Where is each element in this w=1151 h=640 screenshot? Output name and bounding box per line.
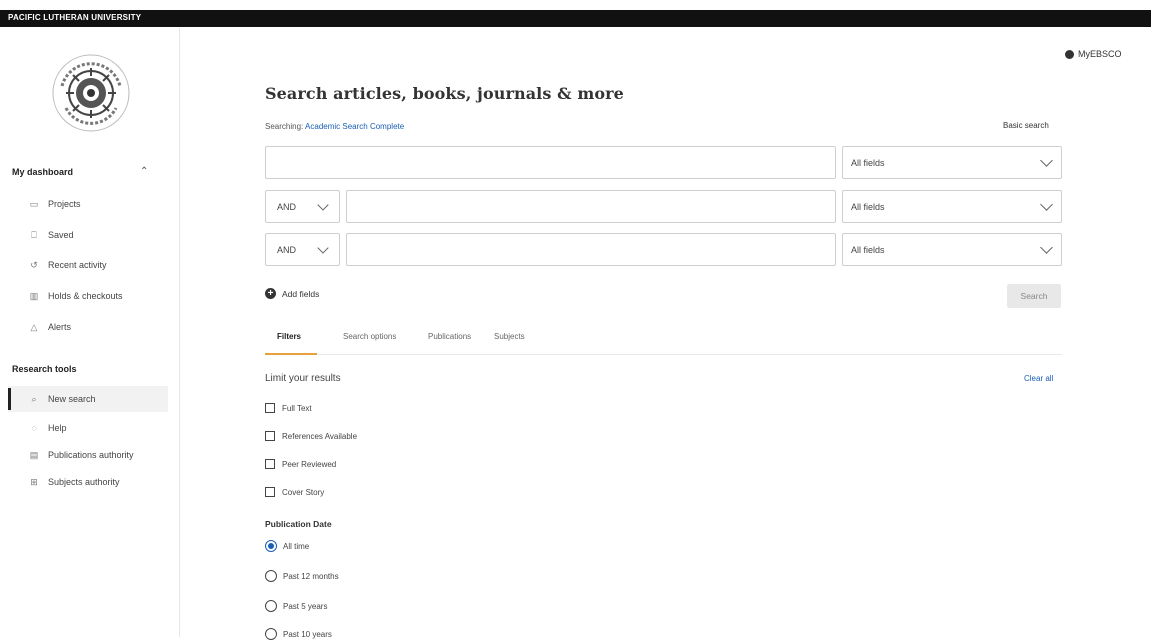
- checkbox-icon[interactable]: [265, 459, 275, 469]
- document-icon: ▤: [29, 449, 39, 460]
- sidebar-item-saved[interactable]: ⎕ Saved: [8, 222, 168, 248]
- field-select-1[interactable]: All fields: [842, 146, 1062, 179]
- collapse-caret-icon[interactable]: ⌃: [140, 166, 148, 177]
- chevron-down-icon: [1040, 198, 1053, 211]
- sidebar-item-label: Alerts: [48, 322, 72, 332]
- university-seal-logo: [52, 54, 130, 132]
- sidebar-item-publications-authority[interactable]: ▤ Publications authority: [8, 442, 168, 468]
- search-icon: ⌕: [31, 393, 37, 404]
- checkbox-label: References Available: [282, 431, 358, 441]
- checkbox-label: Full Text: [282, 403, 312, 413]
- chevron-down-icon: [1040, 241, 1053, 254]
- database-link[interactable]: Academic Search Complete: [305, 122, 404, 131]
- tab-search-options[interactable]: Search options: [343, 332, 396, 341]
- search-input-2[interactable]: [346, 190, 836, 223]
- sidebar-item-label: Holds & checkouts: [48, 291, 123, 301]
- sidebar-item-label: Projects: [48, 199, 81, 209]
- account-label: MyEBSCO: [1078, 49, 1122, 59]
- radio-icon[interactable]: [265, 570, 277, 582]
- field-select-value: All fields: [851, 201, 885, 212]
- basic-search-link[interactable]: Basic search: [1003, 121, 1049, 130]
- sidebar: My dashboard ⌃ ▭ Projects ⎕ Saved ↺ Rece…: [0, 28, 180, 637]
- university-name: PACIFIC LUTHERAN UNIVERSITY: [8, 13, 142, 22]
- radio-label: Past 12 months: [283, 571, 339, 581]
- searching-label: Searching:: [265, 122, 304, 131]
- checkbox-icon[interactable]: [265, 403, 275, 413]
- my-dashboard-heading[interactable]: My dashboard: [12, 167, 73, 177]
- sidebar-item-subjects-authority[interactable]: ⊞ Subjects authority: [8, 469, 168, 495]
- sidebar-item-label: Saved: [48, 230, 74, 240]
- radio-icon[interactable]: [265, 600, 277, 612]
- checkbox-cover-story[interactable]: Cover Story: [265, 487, 324, 497]
- sidebar-item-alerts[interactable]: △ Alerts: [8, 314, 168, 340]
- bell-icon: △: [30, 321, 38, 332]
- tab-filters[interactable]: Filters: [277, 332, 301, 341]
- field-select-2[interactable]: All fields: [842, 190, 1062, 223]
- checkbox-references-available[interactable]: References Available: [265, 431, 357, 441]
- radio-selected-icon[interactable]: [265, 540, 277, 552]
- sidebar-item-holds[interactable]: ▥ Holds & checkouts: [8, 283, 168, 309]
- checkbox-full-text[interactable]: Full Text: [265, 403, 312, 413]
- folder-icon: ▭: [29, 198, 39, 209]
- bookmark-icon: ⎕: [31, 229, 37, 240]
- radio-label: Past 10 years: [283, 629, 332, 639]
- research-tools-heading: Research tools: [12, 364, 77, 374]
- searching-database: Searching: Academic Search Complete: [265, 122, 404, 131]
- user-avatar-icon: [1065, 49, 1074, 59]
- radio-label: All time: [283, 541, 310, 551]
- operator-value: AND: [277, 201, 297, 212]
- page-title: Search articles, books, journals & more: [265, 84, 624, 103]
- boolean-operator-select-2[interactable]: AND: [265, 190, 340, 223]
- sidebar-item-projects[interactable]: ▭ Projects: [8, 191, 168, 217]
- help-icon: ◌: [31, 423, 37, 433]
- sidebar-item-help[interactable]: ◌ Help: [8, 415, 168, 441]
- add-fields-button[interactable]: + Add fields: [265, 288, 319, 299]
- sidebar-item-label: New search: [48, 394, 96, 404]
- chevron-down-icon: [1040, 154, 1053, 167]
- sidebar-item-label: Help: [48, 423, 67, 433]
- plus-circle-icon: +: [265, 288, 276, 299]
- radio-all-time[interactable]: All time: [265, 540, 309, 552]
- operator-value: AND: [277, 244, 297, 255]
- checkbox-peer-reviewed[interactable]: Peer Reviewed: [265, 459, 336, 469]
- checkbox-label: Cover Story: [282, 487, 325, 497]
- books-icon: ▥: [29, 290, 39, 301]
- search-input-3[interactable]: [346, 233, 836, 266]
- radio-past-10-years[interactable]: Past 10 years: [265, 628, 332, 640]
- radio-label: Past 5 years: [283, 601, 328, 611]
- university-banner: PACIFIC LUTHERAN UNIVERSITY: [0, 10, 1151, 27]
- clear-all-link[interactable]: Clear all: [1024, 374, 1053, 383]
- radio-icon[interactable]: [265, 628, 277, 640]
- radio-past-12-months[interactable]: Past 12 months: [265, 570, 339, 582]
- hierarchy-icon: ⊞: [30, 476, 38, 487]
- sidebar-item-label: Publications authority: [48, 450, 134, 460]
- tab-publications[interactable]: Publications: [428, 332, 471, 341]
- checkbox-icon[interactable]: [265, 431, 275, 441]
- checkbox-icon[interactable]: [265, 487, 275, 497]
- myebsco-account-link[interactable]: MyEBSCO: [1065, 49, 1122, 59]
- chevron-down-icon: [317, 242, 329, 254]
- limit-results-heading: Limit your results: [265, 373, 341, 384]
- active-tab-indicator: [265, 353, 317, 355]
- radio-past-5-years[interactable]: Past 5 years: [265, 600, 327, 612]
- boolean-operator-select-3[interactable]: AND: [265, 233, 340, 266]
- history-icon: ↺: [30, 259, 38, 270]
- search-button[interactable]: Search: [1007, 284, 1061, 308]
- field-select-value: All fields: [851, 157, 885, 168]
- add-fields-label: Add fields: [282, 288, 320, 299]
- search-input-1[interactable]: [265, 146, 836, 179]
- publication-date-heading: Publication Date: [265, 519, 332, 529]
- field-select-value: All fields: [851, 244, 885, 255]
- sidebar-item-new-search[interactable]: ⌕ New search: [8, 386, 168, 412]
- tab-subjects[interactable]: Subjects: [494, 332, 525, 341]
- filter-tabs: Filters Search options Publications Subj…: [265, 325, 1062, 355]
- sidebar-item-label: Recent activity: [48, 260, 107, 270]
- sidebar-item-recent-activity[interactable]: ↺ Recent activity: [8, 252, 168, 278]
- top-banner: PACIFIC LUTHERAN UNIVERSITY: [0, 0, 1151, 28]
- checkbox-label: Peer Reviewed: [282, 459, 337, 469]
- chevron-down-icon: [317, 199, 329, 211]
- field-select-3[interactable]: All fields: [842, 233, 1062, 266]
- sidebar-item-label: Subjects authority: [48, 477, 120, 487]
